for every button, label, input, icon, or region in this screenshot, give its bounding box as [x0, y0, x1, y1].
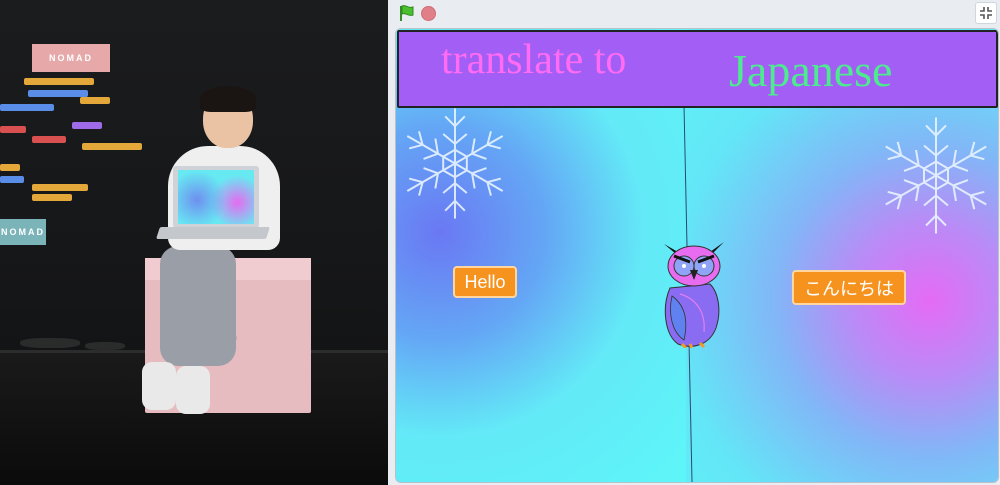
stop-icon[interactable] [421, 6, 436, 21]
wall-code-block [32, 136, 66, 143]
wall-code-block [0, 164, 20, 171]
wall-code-block [0, 126, 26, 133]
scratch-player-window: translate to Japanese Hello こんにちは [388, 0, 1000, 485]
wall-code-block [32, 184, 88, 191]
boot [176, 366, 210, 414]
wall-code-block [0, 104, 54, 111]
title-banner: translate to Japanese [397, 30, 998, 108]
girl-legs [160, 246, 236, 366]
girl-hair [200, 86, 256, 112]
green-flag-icon[interactable] [397, 4, 417, 22]
wall-poster: NOMAD [32, 44, 110, 72]
stage-controls-bar [388, 0, 1000, 26]
wall-poster: NOMAD [0, 219, 46, 245]
owl-icon[interactable] [660, 236, 730, 348]
wall-paint-spot [20, 338, 80, 348]
japanese-translation-button[interactable]: こんにちは [792, 270, 906, 305]
title-translate-to: translate to [441, 37, 627, 83]
stage[interactable]: translate to Japanese Hello こんにちは [395, 28, 999, 483]
laptop-base [156, 227, 270, 239]
wall-code-block [28, 90, 88, 97]
wall-code-block [24, 78, 94, 85]
boot [142, 362, 176, 410]
wall-code-block [82, 143, 142, 150]
wall-paint-spot [85, 342, 125, 350]
wall-code-block [0, 176, 24, 183]
fullscreen-icon[interactable] [975, 2, 997, 24]
photo-panel: NOMAD NOMAD NOMAD [0, 0, 388, 485]
snowflake-icon [878, 117, 994, 235]
hello-button[interactable]: Hello [453, 266, 517, 298]
wall-code-block [72, 122, 102, 129]
laptop-display [178, 170, 254, 224]
wall-code-block [80, 97, 110, 104]
snowflake-icon [400, 108, 510, 220]
wall-code-block [32, 194, 72, 201]
title-language: Japanese [729, 45, 893, 96]
